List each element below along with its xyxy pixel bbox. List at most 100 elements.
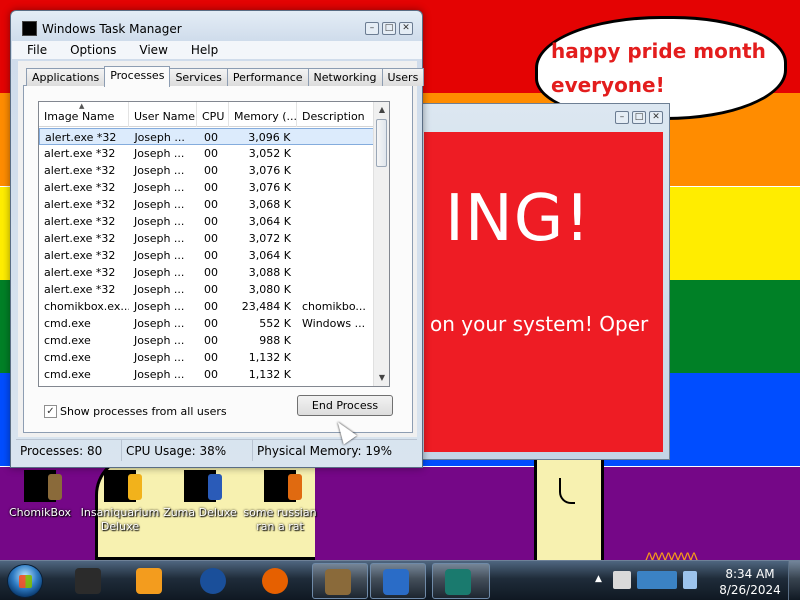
taskbar: ▲ 8:34 AM 8/26/2024 <box>0 560 800 600</box>
cell-memory: 988 K <box>259 334 291 347</box>
table-row[interactable]: cmd.exe Joseph ... 00 552 K Windows ... <box>39 315 375 332</box>
show-all-users-checkbox[interactable]: ✓ <box>44 405 57 418</box>
tab-users[interactable]: Users <box>381 68 425 86</box>
tab-performance[interactable]: Performance <box>226 68 309 86</box>
status-process-count: Processes: 80 <box>16 440 122 461</box>
table-row[interactable]: cmd.exe Joseph ... 00 1,132 K <box>39 349 375 366</box>
process-list[interactable]: ▲ Image Name User Name CPU Memory (... D… <box>38 101 390 387</box>
icon-accent <box>208 474 222 500</box>
scroll-up-icon[interactable]: ▲ <box>374 102 389 118</box>
cell-cpu: 00 <box>204 215 218 228</box>
taskbar-item-cmd[interactable] <box>63 563 113 599</box>
table-row[interactable]: alert.exe *32 Joseph ... 00 3,096 K <box>39 128 375 145</box>
tab-services[interactable]: Services <box>169 68 228 86</box>
scroll-thumb[interactable] <box>376 119 387 167</box>
alert-headline: ING! <box>445 182 591 256</box>
alert-window[interactable]: – □ ✕ ING! on your system! Oper <box>415 103 670 460</box>
menu-help[interactable]: Help <box>176 41 226 59</box>
column-cpu[interactable]: CPU <box>197 102 229 127</box>
cell-image-name: alert.exe *32 <box>44 181 116 194</box>
show-all-users-option[interactable]: ✓ Show processes from all users <box>44 405 227 418</box>
end-process-button[interactable]: End Process <box>297 395 393 416</box>
process-list-header: ▲ Image Name User Name CPU Memory (... D… <box>39 102 375 127</box>
table-row[interactable]: alert.exe *32 Joseph ... 00 3,088 K <box>39 264 375 281</box>
sort-ascending-icon: ▲ <box>79 102 85 110</box>
table-row[interactable]: alert.exe *32 Joseph ... 00 3,068 K <box>39 196 375 213</box>
desktop-icon-russian-rat[interactable]: some russian ran a rat <box>238 470 322 534</box>
table-row[interactable]: alert.exe *32 Joseph ... 00 3,076 K <box>39 162 375 179</box>
task-manager-window[interactable]: Windows Task Manager – □ ✕ File Options … <box>10 10 425 468</box>
taskbar-item-task-manager[interactable] <box>432 563 490 599</box>
column-image-name[interactable]: ▲ Image Name <box>39 102 129 127</box>
table-row[interactable]: cmd.exe Joseph ... 00 988 K <box>39 332 375 349</box>
minimize-button[interactable]: – <box>615 111 629 124</box>
cell-user-name: Joseph ... <box>134 215 185 228</box>
window-controls: – □ ✕ <box>365 22 413 35</box>
table-row[interactable]: alert.exe *32 Joseph ... 00 3,052 K <box>39 145 375 162</box>
table-row[interactable]: alert.exe *32 Joseph ... 00 3,072 K <box>39 230 375 247</box>
cell-image-name: alert.exe *32 <box>44 147 116 160</box>
cell-cpu: 00 <box>204 300 218 313</box>
clock[interactable]: 8:34 AM 8/26/2024 <box>718 566 782 598</box>
taskbar-item-firefox[interactable] <box>250 563 300 599</box>
show-hidden-icons[interactable]: ▲ <box>595 574 602 584</box>
column-description[interactable]: Description <box>297 102 375 127</box>
show-desktop-button[interactable] <box>788 561 800 600</box>
vertical-scrollbar[interactable]: ▲ ▼ <box>373 102 389 386</box>
maximize-button[interactable]: □ <box>632 111 646 124</box>
zuma-icon <box>184 470 222 502</box>
table-row[interactable]: alert.exe *32 Joseph ... 00 3,080 K <box>39 281 375 298</box>
tab-strip: Applications Processes Services Performa… <box>26 66 425 87</box>
client-area: Applications Processes Services Performa… <box>18 61 425 437</box>
tab-applications[interactable]: Applications <box>26 68 106 86</box>
menu-file[interactable]: File <box>12 41 55 59</box>
desktop-icon-zuma[interactable]: Zuma Deluxe <box>158 470 242 520</box>
tab-networking[interactable]: Networking <box>307 68 383 86</box>
minimize-button[interactable]: – <box>365 22 379 35</box>
scroll-down-icon[interactable]: ▼ <box>374 370 389 386</box>
cell-user-name: Joseph ... <box>134 147 185 160</box>
table-row[interactable]: chomikbox.ex... Joseph ... 00 23,484 K chomi… <box>39 298 375 315</box>
menu-view[interactable]: View <box>124 41 175 59</box>
volume-icon[interactable] <box>683 571 697 589</box>
cell-cpu: 00 <box>204 317 218 330</box>
cell-user-name: Joseph ... <box>134 283 185 296</box>
cell-cpu: 00 <box>204 164 218 177</box>
close-button[interactable]: ✕ <box>399 22 413 35</box>
cell-memory: 3,096 K <box>248 131 291 144</box>
cell-description <box>297 196 375 213</box>
cell-description <box>297 213 375 230</box>
cell-cpu: 00 <box>204 147 218 160</box>
cell-user-name: Joseph ... <box>134 181 185 194</box>
cell-image-name: alert.exe *32 <box>44 198 116 211</box>
taskbar-item-media-player[interactable] <box>124 563 174 599</box>
usb-icon[interactable] <box>613 571 631 589</box>
table-row[interactable]: alert.exe *32 Joseph ... 00 3,064 K <box>39 213 375 230</box>
network-icon[interactable] <box>637 571 677 589</box>
table-row[interactable]: alert.exe *32 Joseph ... 00 3,064 K <box>39 247 375 264</box>
taskbar-item-globe[interactable] <box>188 563 238 599</box>
cell-memory: 1,132 K <box>248 351 291 364</box>
close-button[interactable]: ✕ <box>649 111 663 124</box>
cell-cpu: 00 <box>204 249 218 262</box>
cell-cpu: 00 <box>204 283 218 296</box>
maximize-button[interactable]: □ <box>382 22 396 35</box>
show-all-users-label: Show processes from all users <box>60 405 227 418</box>
cell-user-name: Joseph ... <box>134 131 185 144</box>
tab-processes[interactable]: Processes <box>104 66 171 87</box>
icon-accent <box>48 474 62 500</box>
desktop-icon-chomikbox[interactable]: ChomikBox <box>0 470 82 520</box>
column-memory[interactable]: Memory (... <box>229 102 297 127</box>
table-row[interactable]: cmd.exe Joseph ... 00 1,132 K <box>39 366 375 383</box>
column-user-name[interactable]: User Name <box>129 102 197 127</box>
taskbar-item-powershell[interactable] <box>370 563 426 599</box>
desktop-icon-insaniquarium[interactable]: Insaniquarium Deluxe <box>78 470 162 534</box>
menu-options[interactable]: Options <box>55 41 124 59</box>
start-button[interactable] <box>7 564 43 598</box>
cell-memory: 3,068 K <box>248 198 291 211</box>
cell-user-name: Joseph ... <box>134 300 185 313</box>
title-bar[interactable]: Windows Task Manager – □ ✕ <box>11 11 422 41</box>
taskbar-item-chomikbox[interactable] <box>312 563 368 599</box>
table-row[interactable]: alert.exe *32 Joseph ... 00 3,076 K <box>39 179 375 196</box>
icon-accent <box>128 474 142 500</box>
